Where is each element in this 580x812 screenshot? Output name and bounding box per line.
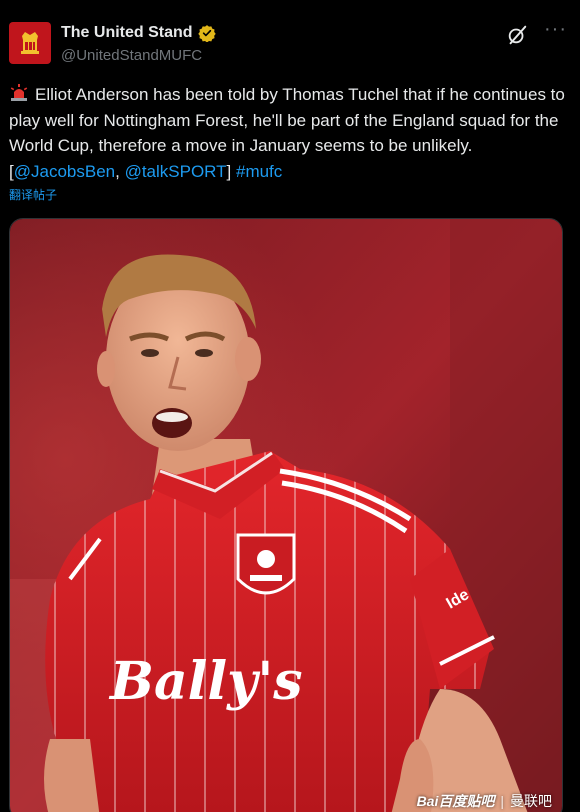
police-light-icon (10, 84, 28, 101)
more-options-button[interactable]: ··· (544, 19, 566, 44)
hashtag-mufc[interactable]: #mufc (236, 162, 282, 181)
watermark-text: 曼联吧 (510, 793, 552, 809)
mention-jacobsben[interactable]: @JacobsBen (14, 162, 115, 181)
grok-icon[interactable] (506, 24, 528, 46)
watermark: Bai百度贴吧 | 曼联吧 (417, 791, 552, 811)
watermark-separator: | (500, 793, 504, 809)
baidu-tieba-logo: Bai百度贴吧 (416, 793, 495, 809)
display-name[interactable]: The United Stand (61, 24, 193, 42)
tweet-text: Elliot Anderson has been told by Thomas … (9, 82, 565, 184)
tweet-header: The United Stand @UnitedStandMUFC ··· (9, 19, 566, 68)
close-bracket: ] (226, 161, 236, 181)
comma: , (115, 161, 125, 181)
player-photo: Bally's Ide (10, 219, 562, 812)
avatar[interactable] (9, 22, 51, 64)
name-row: The United Stand (61, 24, 216, 42)
translate-post-link[interactable]: 翻译帖子 (9, 186, 57, 203)
united-stand-crest-icon (13, 26, 47, 60)
mention-talksport[interactable]: @talkSPORT (125, 162, 227, 181)
verified-badge-icon (197, 25, 216, 42)
svg-text:Bally's: Bally's (108, 651, 303, 712)
tweet-media[interactable]: Bally's Ide Bai百度贴吧 | 曼联吧 (9, 218, 563, 812)
author-handle[interactable]: @UnitedStandMUFC (61, 47, 202, 64)
tweet-page: The United Stand @UnitedStandMUFC ··· El… (0, 0, 580, 812)
